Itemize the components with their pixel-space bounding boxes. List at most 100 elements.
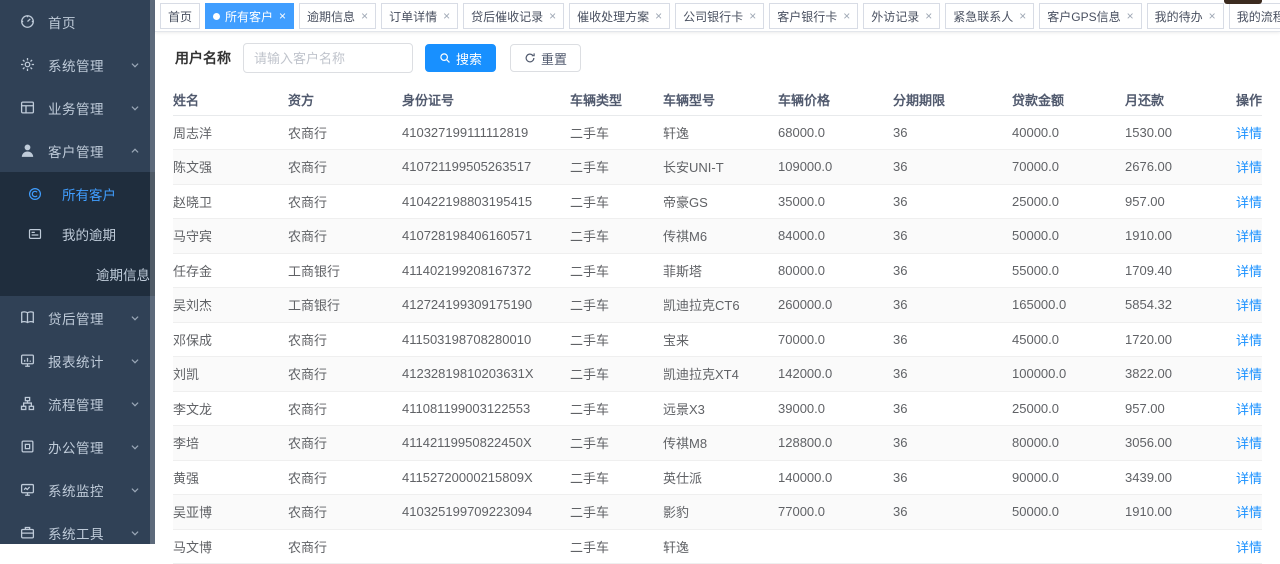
sidebar-item[interactable]: 业务管理	[0, 86, 155, 129]
detail-link[interactable]: 详情	[1236, 333, 1262, 348]
tab[interactable]: 逾期信息 ×	[299, 3, 376, 29]
sidebar-subitem[interactable]: 所有客户	[0, 174, 155, 214]
close-icon[interactable]: ×	[443, 10, 450, 22]
table-row: 赵晓卫 农商行 410422198803195415 二手车 帝豪GS 3500…	[173, 184, 1262, 219]
close-icon[interactable]: ×	[1019, 10, 1026, 22]
close-icon[interactable]: ×	[1209, 10, 1216, 22]
customer-name-input[interactable]	[243, 43, 413, 73]
column-header: 车辆类型	[570, 84, 663, 115]
cell-vehicle-type: 二手车	[570, 426, 663, 461]
table-row: 马文博 农商行 二手车 轩逸 详情	[173, 529, 1262, 564]
sidebar-item[interactable]: 系统监控	[0, 468, 155, 511]
table-row: 陈文强 农商行 410721199505263517 二手车 长安UNI-T 1…	[173, 150, 1262, 185]
detail-link[interactable]: 详情	[1236, 505, 1262, 520]
cell-name: 黄强	[173, 460, 288, 495]
cell-vehicle-type: 二手车	[570, 529, 663, 564]
detail-link[interactable]: 详情	[1236, 264, 1262, 279]
cell-funder: 农商行	[288, 460, 402, 495]
tabs-bar: 首页 × 所有客户 × 逾期信息 × 订单详情 ×	[155, 0, 1280, 32]
cell-vehicle-type: 二手车	[570, 460, 663, 495]
sidebar: 首页 系统管理 业务管理 客户管理	[0, 0, 155, 544]
customer-submenu: 所有客户 我的逾期 逾期信息	[0, 172, 155, 296]
tab-label: 我的流程	[1237, 8, 1280, 25]
cell-id-number: 41232819810203631X	[402, 357, 570, 392]
detail-link[interactable]: 详情	[1236, 195, 1262, 210]
tab[interactable]: 订单详情 ×	[381, 3, 458, 29]
sidebar-item[interactable]: 报表统计	[0, 339, 155, 382]
tab[interactable]: 首页 ×	[160, 3, 200, 29]
tab[interactable]: 所有客户 ×	[205, 3, 294, 29]
detail-link[interactable]: 详情	[1236, 229, 1262, 244]
cell-vehicle-price: 260000.0	[778, 288, 893, 323]
sidebar-item-label: 首页	[48, 12, 129, 32]
detail-link[interactable]: 详情	[1236, 298, 1262, 313]
detail-link[interactable]: 详情	[1236, 160, 1262, 175]
sidebar-item[interactable]: 办公管理	[0, 425, 155, 468]
detail-link[interactable]: 详情	[1236, 126, 1262, 141]
sidebar-item[interactable]: 流程管理	[0, 382, 155, 425]
tab[interactable]: 客户银行卡 ×	[769, 3, 858, 29]
sidebar-subitem[interactable]: 逾期信息	[0, 254, 155, 294]
tab[interactable]: 我的待办 ×	[1147, 3, 1224, 29]
cell-vehicle-model: 影豹	[663, 495, 778, 530]
close-icon[interactable]: ×	[655, 10, 662, 22]
close-icon[interactable]: ×	[749, 10, 756, 22]
cell-vehicle-model: 轩逸	[663, 115, 778, 150]
report-icon	[20, 353, 35, 368]
sidebar-subitem[interactable]: 我的逾期	[0, 214, 155, 254]
detail-link[interactable]: 详情	[1236, 540, 1262, 555]
sidebar-item[interactable]: 系统工具	[0, 511, 155, 544]
tab[interactable]: 贷后催收记录 ×	[463, 3, 564, 29]
customer-icon	[20, 143, 35, 158]
reset-button[interactable]: 重置	[510, 44, 581, 72]
tab[interactable]: 紧急联系人 ×	[945, 3, 1034, 29]
cell-vehicle-type: 二手车	[570, 115, 663, 150]
cell-vehicle-model: 轩逸	[663, 529, 778, 564]
tab[interactable]: 外访记录 ×	[863, 3, 940, 29]
chevron-down-icon	[129, 59, 141, 71]
cell-vehicle-type: 二手车	[570, 391, 663, 426]
detail-link[interactable]: 详情	[1236, 471, 1262, 486]
sidebar-item[interactable]: 客户管理	[0, 129, 155, 172]
cell-funder: 农商行	[288, 150, 402, 185]
sidebar-item[interactable]: 首页	[0, 0, 155, 43]
process-icon	[20, 396, 35, 411]
cell-id-number: 411503198708280010	[402, 322, 570, 357]
column-header: 资方	[288, 84, 402, 115]
cell-loan-amount: 45000.0	[1012, 322, 1125, 357]
avatar[interactable]	[1224, 0, 1262, 4]
cell-id-number: 410422198803195415	[402, 184, 570, 219]
loan-icon	[20, 310, 35, 325]
cell-loan-amount: 165000.0	[1012, 288, 1125, 323]
cell-name: 赵晓卫	[173, 184, 288, 219]
cell-loan-amount: 25000.0	[1012, 391, 1125, 426]
tab[interactable]: 客户GPS信息 ×	[1039, 3, 1141, 29]
tab[interactable]: 催收处理方案 ×	[569, 3, 670, 29]
close-icon[interactable]: ×	[279, 10, 286, 22]
cell-vehicle-type: 二手车	[570, 495, 663, 530]
detail-link[interactable]: 详情	[1236, 402, 1262, 417]
cell-monthly-payment: 3439.00	[1125, 460, 1215, 495]
tab[interactable]: 公司银行卡 ×	[675, 3, 764, 29]
cell-term: 36	[893, 460, 1012, 495]
cell-vehicle-price: 70000.0	[778, 322, 893, 357]
close-icon[interactable]: ×	[843, 10, 850, 22]
sidebar-item[interactable]: 系统管理	[0, 43, 155, 86]
tab[interactable]: 我的流程 ×	[1229, 3, 1280, 29]
cell-name: 陈文强	[173, 150, 288, 185]
sidebar-item[interactable]: 贷后管理	[0, 296, 155, 339]
cell-loan-amount: 100000.0	[1012, 357, 1125, 392]
close-icon[interactable]: ×	[925, 10, 932, 22]
close-icon[interactable]: ×	[361, 10, 368, 22]
cell-vehicle-price: 142000.0	[778, 357, 893, 392]
search-button[interactable]: 搜索	[425, 44, 496, 72]
cell-vehicle-model: 长安UNI-T	[663, 150, 778, 185]
detail-link[interactable]: 详情	[1236, 367, 1262, 382]
dashboard-icon	[20, 14, 35, 29]
monitor-icon	[20, 482, 35, 497]
chevron-down-icon	[129, 527, 141, 539]
close-icon[interactable]: ×	[549, 10, 556, 22]
detail-link[interactable]: 详情	[1236, 436, 1262, 451]
sidebar-item-label: 系统监控	[48, 480, 129, 500]
close-icon[interactable]: ×	[1127, 10, 1134, 22]
